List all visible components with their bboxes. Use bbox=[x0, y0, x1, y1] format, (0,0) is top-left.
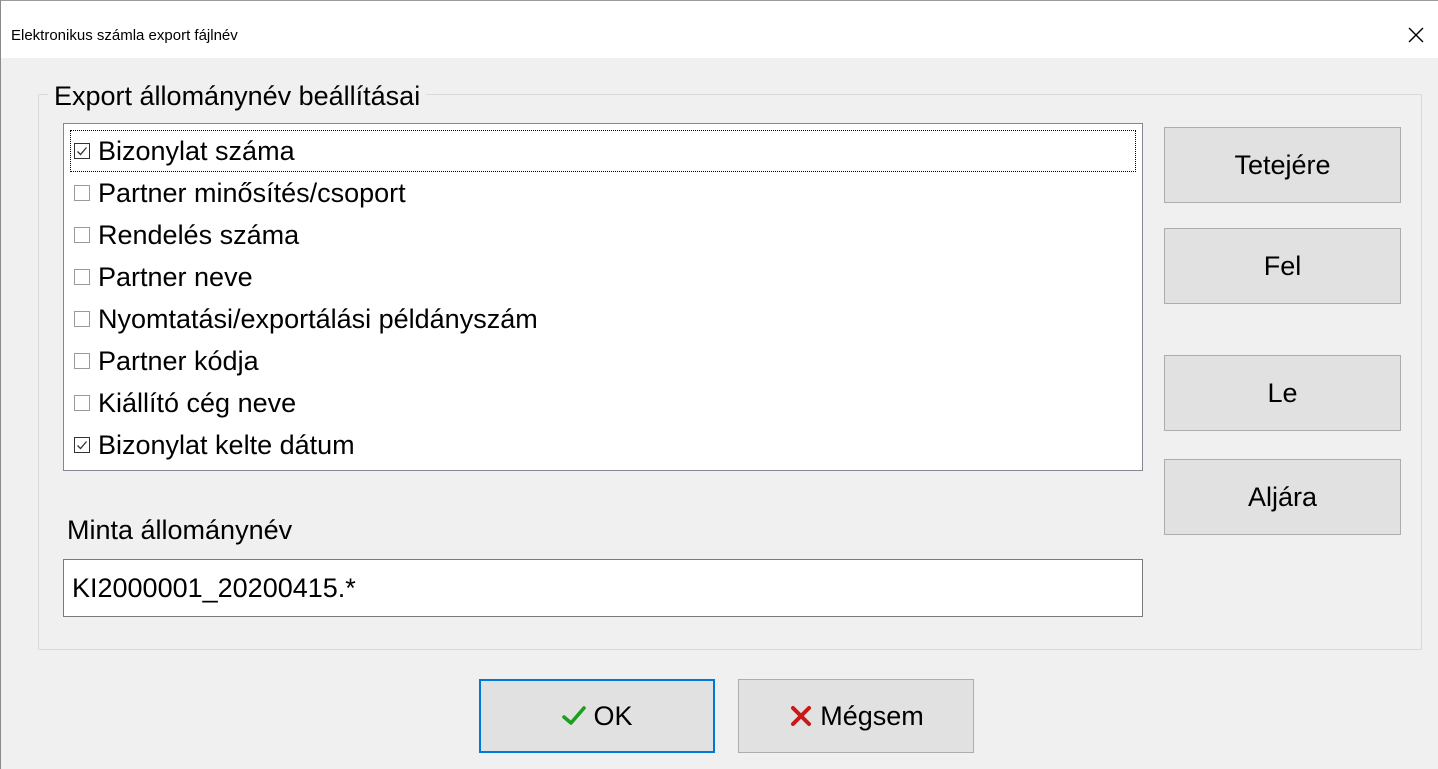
list-item-label: Kiállító cég neve bbox=[98, 388, 297, 418]
list-item-label: Nyomtatási/exportálási példányszám bbox=[98, 304, 538, 334]
list-item[interactable]: Bizonylat kelte dátum bbox=[70, 424, 1136, 466]
list-item[interactable]: Bizonylat száma bbox=[70, 130, 1136, 172]
cancel-button[interactable]: Mégsem bbox=[738, 679, 974, 753]
list-item[interactable]: Partner neve bbox=[70, 256, 1136, 298]
list-item[interactable]: Partner minősítés/csoport bbox=[70, 172, 1136, 214]
checkbox-unchecked-icon[interactable] bbox=[74, 227, 90, 243]
checkbox-unchecked-icon[interactable] bbox=[74, 269, 90, 285]
sample-filename-value: KI2000001_20200415.* bbox=[72, 572, 356, 603]
list-item-label: Bizonylat kelte dátum bbox=[98, 430, 355, 460]
checkbox-checked-icon[interactable] bbox=[74, 143, 90, 159]
list-item-label: Bizonylat száma bbox=[98, 136, 295, 166]
cancel-button-label: Mégsem bbox=[820, 700, 924, 731]
dialog-window: Elektronikus számla export fájlnév Expor… bbox=[0, 0, 1438, 769]
title-bar: Elektronikus számla export fájlnév bbox=[1, 0, 1438, 58]
move-up-button[interactable]: Fel bbox=[1164, 228, 1401, 304]
move-to-top-button[interactable]: Tetejére bbox=[1164, 127, 1401, 203]
list-item[interactable]: Nyomtatási/exportálási példányszám bbox=[70, 298, 1136, 340]
list-item[interactable]: Rendelés száma bbox=[70, 214, 1136, 256]
checkmark-icon bbox=[562, 706, 587, 725]
close-icon bbox=[1408, 27, 1424, 43]
sample-filename-label: Minta állománynév bbox=[67, 515, 293, 545]
groupbox-title: Export állománynév beállításai bbox=[48, 80, 427, 112]
field-checklist[interactable]: Bizonylat száma Partner minősítés/csopor… bbox=[63, 123, 1143, 471]
move-down-button[interactable]: Le bbox=[1164, 355, 1401, 431]
list-item-label: Partner kódja bbox=[98, 346, 259, 376]
move-to-bottom-button[interactable]: Aljára bbox=[1164, 459, 1401, 535]
sample-filename-field[interactable]: KI2000001_20200415.* bbox=[63, 559, 1143, 617]
checkbox-unchecked-icon[interactable] bbox=[74, 353, 90, 369]
ok-button[interactable]: OK bbox=[479, 679, 715, 753]
ok-button-label: OK bbox=[593, 700, 633, 731]
checkbox-unchecked-icon[interactable] bbox=[74, 395, 90, 411]
x-mark-icon bbox=[791, 706, 812, 726]
checkbox-unchecked-icon[interactable] bbox=[74, 185, 90, 201]
list-item[interactable]: Kiállító cég neve bbox=[70, 382, 1136, 424]
window-title: Elektronikus számla export fájlnév bbox=[11, 27, 238, 44]
list-item-label: Rendelés száma bbox=[98, 220, 300, 250]
list-item-label: Partner minősítés/csoport bbox=[98, 178, 406, 208]
close-button[interactable] bbox=[1393, 15, 1438, 55]
checkbox-unchecked-icon[interactable] bbox=[74, 311, 90, 327]
list-item[interactable]: Partner kódja bbox=[70, 340, 1136, 382]
checkbox-checked-icon[interactable] bbox=[74, 437, 90, 453]
list-item-label: Partner neve bbox=[98, 262, 253, 292]
